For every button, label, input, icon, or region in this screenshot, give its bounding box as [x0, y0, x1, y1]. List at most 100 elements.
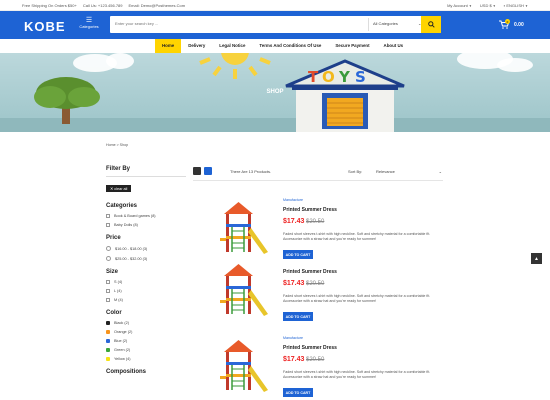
product-image[interactable] — [212, 260, 272, 320]
nav-item-secure-payment[interactable]: Secure Payment — [328, 39, 376, 53]
add-to-cart-button[interactable]: ADD TO CART — [283, 312, 313, 321]
nav-item-delivery[interactable]: Delivery — [181, 39, 212, 53]
language-label: ENGLISH — [506, 3, 524, 8]
color-filter-title: Color — [106, 310, 122, 316]
header: KOBE ☰ Categories All Categories ⌄ 0 0.0… — [0, 11, 550, 39]
add-to-cart-button[interactable]: ADD TO CART — [283, 388, 313, 397]
size-option[interactable]: S (4) — [106, 280, 186, 284]
product-name[interactable]: Printed Summer Dress — [283, 345, 337, 351]
color-swatch[interactable] — [106, 357, 110, 361]
product-price: $17.43 — [283, 280, 305, 287]
product-description: Faded short sleeves t-shirt with high ne… — [283, 232, 431, 241]
size-option[interactable]: M (4) — [106, 298, 186, 302]
product-price: $17.43 — [283, 218, 305, 225]
categories-button[interactable]: ☰ Categories — [75, 17, 103, 33]
sort-value: Relevance — [376, 169, 395, 174]
product-name[interactable]: Printed Summer Dress — [283, 207, 337, 213]
color-option[interactable]: Blue (2) — [106, 339, 186, 343]
search-input[interactable] — [115, 21, 365, 26]
nav-item-legal-notice[interactable]: Legal Notice — [212, 39, 252, 53]
search-bar: All Categories ⌄ — [110, 16, 441, 33]
grid-view-button[interactable] — [193, 167, 201, 175]
price-option[interactable]: $25.00 - $32.00 (3) — [106, 256, 186, 261]
product-old-price: $20.50 — [306, 219, 325, 225]
search-button[interactable] — [421, 16, 441, 33]
currency-label: USD $ — [479, 3, 492, 8]
cart-count-badge: 0 — [505, 19, 510, 24]
divider — [106, 176, 186, 177]
color-swatch[interactable] — [106, 321, 110, 325]
size-filter-title: Size — [106, 269, 119, 275]
nav-item-terms[interactable]: Terms And Conditions Of Use — [252, 39, 328, 53]
shop-banner: T O Y S SHOP — [0, 53, 550, 132]
option-label: Orange (2) — [114, 330, 133, 334]
nav-item-home[interactable]: Home — [155, 39, 182, 53]
account-menu[interactable]: My Account ▼ — [447, 3, 472, 8]
category-option[interactable]: Baby Dolls (8) — [106, 223, 186, 227]
checkbox[interactable] — [106, 298, 110, 302]
product-name[interactable]: Printed Summer Dress — [283, 269, 337, 275]
cart-button[interactable]: 0 0.00 — [499, 19, 524, 29]
product-count: There Are 13 Products. — [230, 169, 272, 174]
banner-title: SHOP — [266, 89, 284, 95]
option-label: L (4) — [114, 289, 122, 293]
product-brand[interactable]: Manufacture — [283, 198, 303, 202]
menu-icon: ☰ — [85, 17, 93, 24]
sort-select[interactable]: Relevance ⌄ — [376, 169, 442, 174]
account-label: My Account — [447, 3, 468, 8]
filter-sidebar: Filter By ✕ clear all Categories Book & … — [106, 166, 186, 375]
breadcrumb[interactable]: Home > Shop — [106, 143, 128, 147]
product-description: Faded short sleeves t-shirt with high ne… — [283, 370, 431, 379]
search-category-select[interactable]: All Categories — [373, 21, 398, 26]
product-card: Printed Summer Dress $17.43 $20.50 Faded… — [212, 260, 452, 330]
currency-menu[interactable]: USD $ ▼ — [480, 3, 496, 8]
svg-text:T: T — [308, 68, 319, 86]
checkbox[interactable] — [106, 289, 110, 293]
option-label: S (4) — [114, 280, 123, 284]
checkbox[interactable] — [106, 280, 110, 284]
shipping-text: Free Shipping On Orders $50+ — [22, 3, 77, 8]
list-view-button[interactable] — [204, 167, 212, 175]
color-swatch[interactable] — [106, 348, 110, 352]
sort-label: Sort By: — [348, 169, 363, 174]
filter-by-title: Filter By — [106, 166, 131, 172]
categories-label: Categories — [79, 24, 99, 29]
color-option[interactable]: Orange (2) — [106, 330, 186, 334]
product-card: Manufacture Printed Summer Dress $17.43 … — [212, 198, 452, 268]
back-to-top-button[interactable]: ▲ — [531, 253, 542, 264]
clear-all-button[interactable]: ✕ clear all — [106, 185, 132, 192]
product-card: Manufacture Printed Summer Dress $17.43 … — [212, 336, 452, 400]
divider — [193, 180, 443, 181]
add-to-cart-button[interactable]: ADD TO CART — [283, 250, 313, 259]
color-option[interactable]: Green (2) — [106, 348, 186, 352]
color-swatch[interactable] — [106, 339, 110, 343]
product-old-price: $20.50 — [306, 357, 325, 363]
radio[interactable] — [106, 246, 111, 251]
phone-text: Call Us: +123.456.789 — [82, 3, 123, 8]
checkbox[interactable] — [106, 223, 110, 227]
nav-item-about-us[interactable]: About Us — [377, 39, 411, 53]
size-option[interactable]: L (4) — [106, 289, 186, 293]
logo[interactable]: KOBE — [24, 19, 66, 34]
option-label: Baby Dolls (8) — [114, 223, 138, 227]
search-divider — [368, 18, 369, 31]
product-image[interactable] — [212, 198, 272, 258]
color-swatch[interactable] — [106, 330, 110, 334]
category-option[interactable]: Book & Board games (8) — [106, 214, 186, 218]
product-brand[interactable]: Manufacture — [283, 336, 303, 340]
color-option[interactable]: Black (2) — [106, 321, 186, 325]
option-label: Green (2) — [114, 348, 131, 352]
product-image[interactable] — [212, 336, 272, 396]
chevron-down-icon: ▼ — [492, 4, 496, 8]
color-option[interactable]: Yellow (4) — [106, 357, 186, 361]
language-menu[interactable]: ▪ ENGLISH ▼ — [504, 3, 528, 8]
email-text: Email: Demo@Posthemes.Com — [128, 3, 186, 8]
price-filter-title: Price — [106, 235, 121, 241]
svg-text:S: S — [355, 68, 366, 86]
price-option[interactable]: $16.00 - $18.00 (3) — [106, 246, 186, 251]
clear-all-label: clear all — [114, 187, 128, 191]
radio[interactable] — [106, 256, 111, 261]
checkbox[interactable] — [106, 214, 110, 218]
product-description: Faded short sleeves t-shirt with high ne… — [283, 294, 431, 303]
top-bar: Free Shipping On Orders $50+ Call Us: +1… — [0, 0, 550, 11]
